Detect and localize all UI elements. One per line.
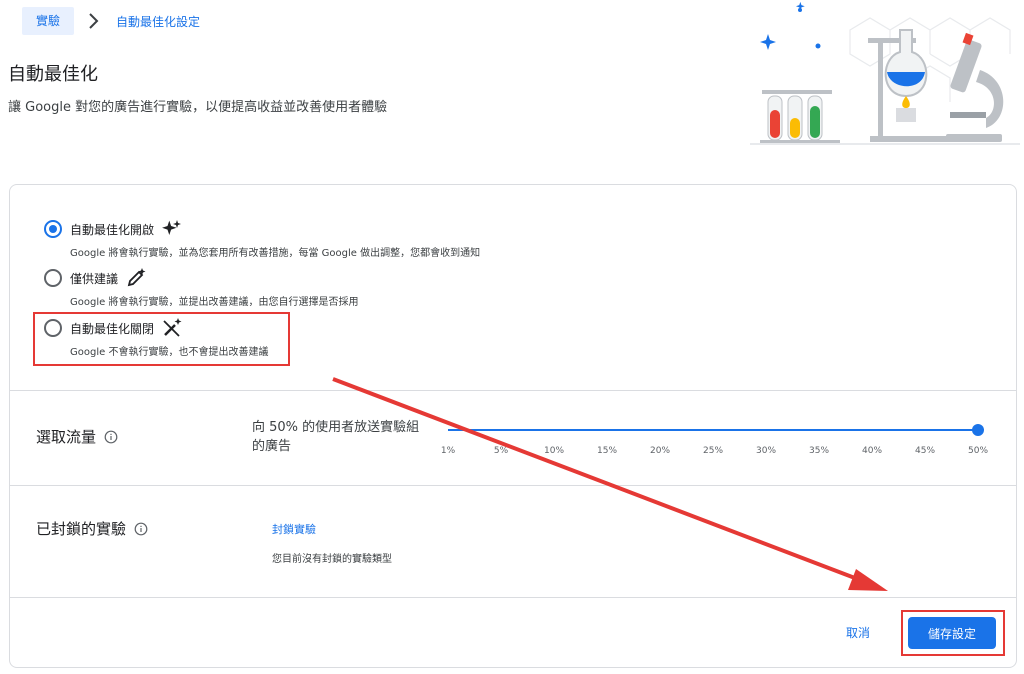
lab-illustration <box>750 0 1020 150</box>
sparkle-icon <box>162 219 182 239</box>
option-suggest-only-label: 僅供建議 <box>70 271 119 286</box>
divider <box>9 485 1017 486</box>
traffic-label: 選取流量 <box>36 428 97 446</box>
option-auto-on[interactable]: 自動最佳化開啟 Google 將會執行實驗，並為您套用所有改善措施，每當 Goo… <box>44 219 480 259</box>
slider-tick-label: 1% <box>440 446 456 456</box>
slider-tick-label: 30% <box>755 446 777 456</box>
slider-thumb[interactable] <box>972 424 984 436</box>
slider-tick-label: 50% <box>967 446 989 456</box>
blocked-label: 已封鎖的實驗 <box>36 520 127 538</box>
cancel-button[interactable]: 取消 <box>846 624 870 641</box>
slider-tick-label: 45% <box>914 446 936 456</box>
slider-tick-label: 10% <box>543 446 565 456</box>
breadcrumb-experiments[interactable]: 實驗 <box>22 7 75 35</box>
option-suggest-only-desc: Google 將會執行實驗，並提出改善建議，由您自行選擇是否採用 <box>70 297 359 308</box>
divider <box>9 390 1017 391</box>
slider-tick-label: 35% <box>808 446 830 456</box>
slider-tick-label: 20% <box>649 446 671 456</box>
page-title: 自動最佳化 <box>8 64 98 85</box>
annotation-highlight-save <box>901 610 1005 656</box>
option-auto-on-label: 自動最佳化開啟 <box>70 222 155 237</box>
info-icon[interactable] <box>134 522 148 536</box>
traffic-slider[interactable]: 1% 5% 10% 15% 20% 25% 30% 35% 40% 45% 50% <box>440 420 995 464</box>
slider-tick-label: 40% <box>861 446 883 456</box>
divider <box>9 597 1017 598</box>
blocked-empty-text: 您目前沒有封鎖的實驗類型 <box>272 554 392 565</box>
blocked-section-label: 已封鎖的實驗 <box>36 518 148 539</box>
traffic-section-label: 選取流量 <box>36 426 118 447</box>
page-subtitle: 讓 Google 對您的廣告進行實驗，以便提高收益並改善使用者體驗 <box>8 100 388 115</box>
option-suggest-only[interactable]: 僅供建議 Google 將會執行實驗，並提出改善建議，由您自行選擇是否採用 <box>44 268 358 308</box>
breadcrumb: 實驗 自動最佳化設定 <box>22 7 200 35</box>
block-experiment-link[interactable]: 封鎖實驗 <box>272 521 316 537</box>
info-icon[interactable] <box>104 430 118 444</box>
chevron-right-icon <box>82 7 106 35</box>
traffic-description: 向 50% 的使用者放送實驗組的廣告 <box>252 420 420 454</box>
radio-auto-on[interactable] <box>44 220 62 238</box>
slider-tick-label: 15% <box>596 446 618 456</box>
annotation-highlight-auto-off <box>33 312 290 366</box>
slider-tick-label: 5% <box>493 446 509 456</box>
breadcrumb-current[interactable]: 自動最佳化設定 <box>116 13 200 30</box>
slider-fill <box>448 429 978 431</box>
option-auto-on-desc: Google 將會執行實驗，並為您套用所有改善措施，每當 Google 做出調整… <box>70 248 481 259</box>
slider-tick-label: 25% <box>702 446 724 456</box>
radio-suggest-only[interactable] <box>44 269 62 287</box>
pencil-sparkle-icon <box>126 268 146 288</box>
